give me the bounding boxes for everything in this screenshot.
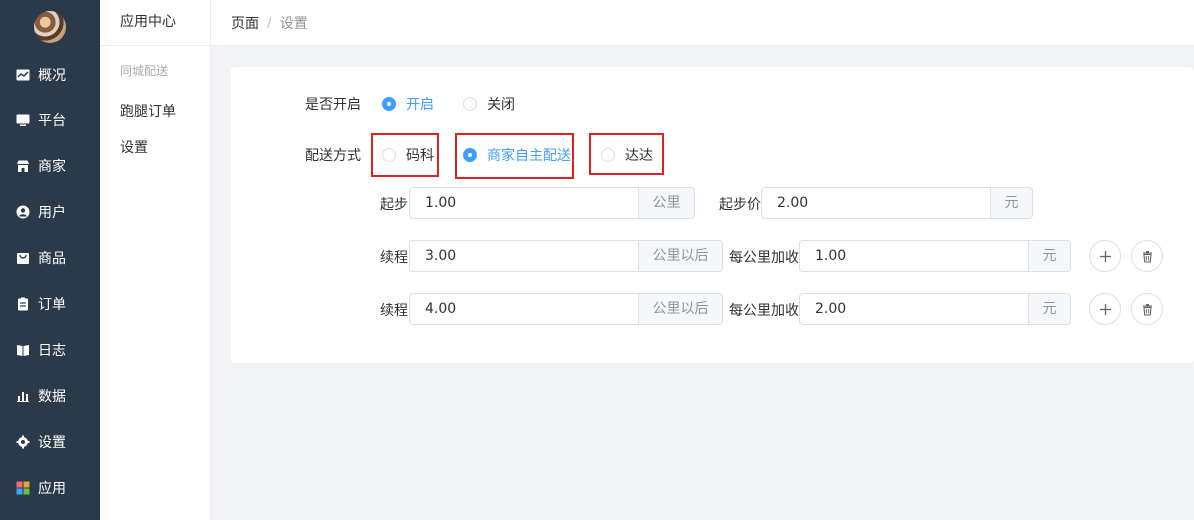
per-km-label: 每公里加收 [729,303,799,319]
per-km-input[interactable]: 1.00 [799,240,1029,272]
continuation-label: 续程 [380,250,408,266]
store-icon [16,159,30,173]
radio-circle [601,148,615,162]
per-km-unit: 元 [1029,293,1071,325]
radio-method-self-delivery[interactable]: 商家自主配送 [463,145,571,165]
monitor-icon [16,113,30,127]
subnav-link-settings[interactable]: 设置 [120,137,148,157]
start-distance-unit: 公里 [639,187,695,219]
radio-circle [382,148,396,162]
add-row-button[interactable] [1089,240,1121,272]
sidebar-item-label: 概况 [38,68,66,84]
radio-enable-on[interactable]: 开启 [382,94,434,114]
start-distance-label: 起步 [380,197,408,213]
per-km-label: 每公里加收 [729,250,799,266]
sidebar-item-label: 日志 [38,343,66,359]
breadcrumb: 页面 / 设置 [211,0,1194,46]
settings-card: 是否开启 开启 关闭 配送方式 码科 商家自主配送 达达 起步 1.00 公里 … [231,67,1194,363]
delete-row-button[interactable] [1131,240,1163,272]
secondary-sidebar: 应用中心 同城配送 跑腿订单 设置 [100,0,211,520]
plus-icon [1099,303,1111,315]
sidebar-item-label: 订单 [38,297,66,313]
apps-icon [16,481,30,495]
radio-method-make[interactable]: 码科 [382,145,434,165]
clipboard-icon [16,297,30,311]
continuation-distance-input[interactable]: 3.00 [409,240,639,272]
radio-circle [463,148,477,162]
delete-row-button[interactable] [1131,293,1163,325]
per-km-input[interactable]: 2.00 [799,293,1029,325]
subnav-link-errand-orders[interactable]: 跑腿订单 [120,101,176,121]
breadcrumb-item-page[interactable]: 页面 [231,13,259,33]
book-icon [16,343,30,357]
radio-label: 关闭 [487,97,515,113]
start-price-unit: 元 [991,187,1033,219]
sidebar-item-settings[interactable]: 设置 [0,419,100,465]
plus-icon [1099,250,1111,262]
radio-label: 码科 [406,148,434,164]
sidebar-item-label: 平台 [38,113,66,129]
bar-chart-icon [16,389,30,403]
sidebar-item-label: 商品 [38,251,66,267]
breadcrumb-item-settings: 设置 [279,15,308,32]
subnav-group-label: 同城配送 [120,64,169,78]
radio-label: 开启 [406,97,434,113]
radio-circle [463,97,477,111]
radio-label: 商家自主配送 [487,148,571,164]
continuation-distance-unit: 公里以后 [639,293,723,325]
sidebar-item-order[interactable]: 订单 [0,281,100,327]
trash-icon [1142,250,1152,263]
radio-enable-off[interactable]: 关闭 [463,94,515,114]
enable-label: 是否开启 [305,97,361,113]
subnav-title: 应用中心 [100,0,210,46]
sidebar-item-label: 设置 [38,435,66,451]
radio-method-dada[interactable]: 达达 [601,145,653,165]
sidebar-item-data[interactable]: 数据 [0,373,100,419]
avatar[interactable] [34,11,66,43]
sidebar-item-overview[interactable]: 概况 [0,52,100,98]
continuation-distance-input[interactable]: 4.00 [409,293,639,325]
start-price-input[interactable]: 2.00 [761,187,991,219]
chart-icon [16,68,30,82]
per-km-unit: 元 [1029,240,1071,272]
radio-label: 达达 [625,148,653,164]
sidebar-item-label: 数据 [38,389,66,405]
sidebar-item-apps[interactable]: 应用 [0,465,100,511]
sidebar-item-label: 商家 [38,159,66,175]
continuation-label: 续程 [380,303,408,319]
sidebar-item-merchant[interactable]: 商家 [0,143,100,189]
delivery-method-label: 配送方式 [305,148,361,164]
start-distance-input[interactable]: 1.00 [409,187,639,219]
sidebar-item-platform[interactable]: 平台 [0,97,100,143]
radio-circle [382,97,396,111]
sidebar-item-label: 应用 [38,481,66,497]
bag-icon [16,251,30,265]
sidebar-item-user[interactable]: 用户 [0,189,100,235]
main-sidebar: 概况 平台 商家 用户 商品 订单 日志 数据 设置 应用 [0,0,100,520]
sidebar-item-log[interactable]: 日志 [0,327,100,373]
add-row-button[interactable] [1089,293,1121,325]
trash-icon [1142,303,1152,316]
breadcrumb-separator: / [267,14,272,31]
gear-icon [16,435,30,449]
sidebar-item-label: 用户 [38,205,66,221]
user-icon [16,205,30,219]
continuation-distance-unit: 公里以后 [639,240,723,272]
sidebar-item-product[interactable]: 商品 [0,235,100,281]
start-price-label: 起步价 [719,197,761,213]
